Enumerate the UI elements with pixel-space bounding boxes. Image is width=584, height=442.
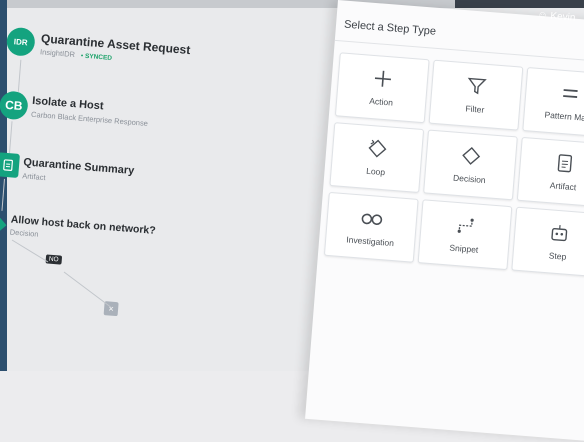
artifact-icon bbox=[554, 153, 576, 175]
step-type-label: Filter bbox=[431, 101, 520, 118]
loop-icon bbox=[367, 138, 389, 160]
step-type-panel: ☺ Kevin Select a Step Type Action Filter… bbox=[305, 0, 584, 442]
step-type-label: Step bbox=[513, 248, 584, 265]
snippet-icon bbox=[455, 215, 477, 237]
step-type-loop[interactable]: Loop bbox=[329, 122, 424, 193]
step-icon bbox=[549, 222, 571, 244]
user-avatar-icon: ☺ bbox=[537, 10, 548, 22]
panel-title: Select a Step Type bbox=[344, 19, 437, 38]
plus-icon bbox=[372, 68, 394, 90]
step-type-decision[interactable]: Decision bbox=[423, 129, 518, 200]
decision-icon bbox=[460, 145, 482, 167]
step-type-filter[interactable]: Filter bbox=[429, 60, 524, 131]
user-name: Kevin bbox=[550, 11, 576, 24]
user-menu[interactable]: ☺ Kevin bbox=[537, 10, 576, 24]
step-type-snippet[interactable]: Snippet bbox=[418, 199, 513, 270]
step-type-investigation[interactable]: Investigation bbox=[324, 192, 419, 263]
step-type-pattern-match[interactable]: Pattern Matc bbox=[522, 67, 584, 138]
step-type-label: Decision bbox=[425, 170, 514, 187]
investigation-icon bbox=[359, 207, 384, 229]
step-type-label: Action bbox=[337, 93, 426, 110]
step-type-action[interactable]: Action bbox=[335, 52, 430, 123]
pattern-match-icon bbox=[560, 83, 582, 105]
step-type-label: Loop bbox=[331, 163, 420, 180]
step-type-label: Snippet bbox=[420, 240, 509, 257]
filter-icon bbox=[466, 75, 488, 97]
step-type-step[interactable]: Step bbox=[511, 207, 584, 278]
step-type-label: Pattern Matc bbox=[524, 108, 584, 125]
step-type-label: Artifact bbox=[519, 178, 584, 195]
step-type-label: Investigation bbox=[326, 233, 415, 250]
step-type-artifact[interactable]: Artifact bbox=[517, 137, 584, 208]
